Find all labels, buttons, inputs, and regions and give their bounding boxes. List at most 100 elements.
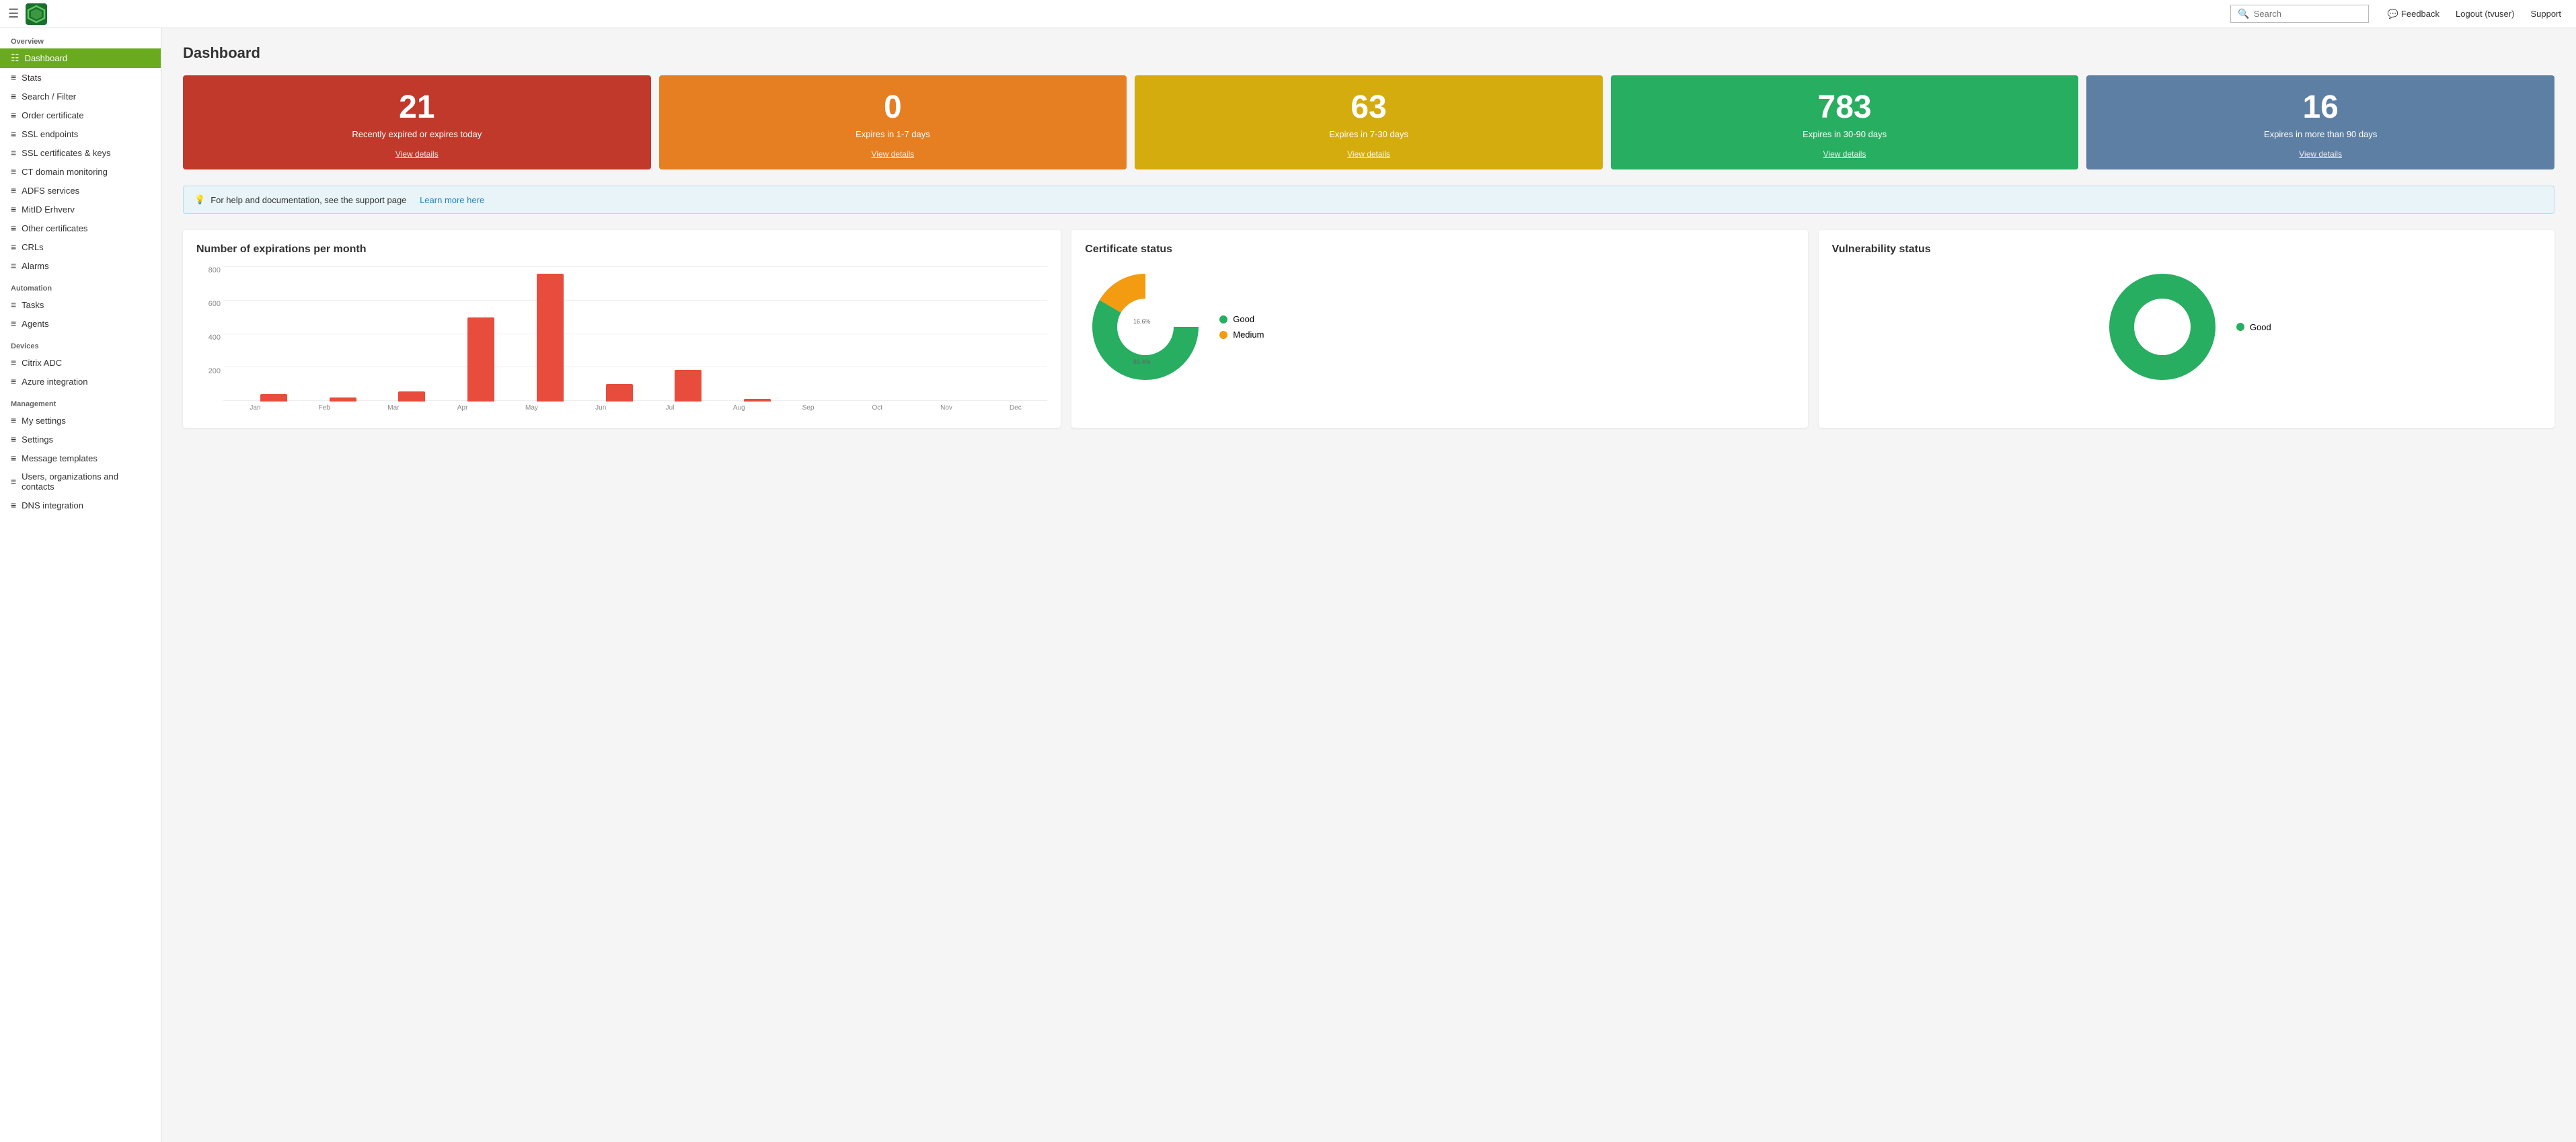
bar-month-label: Apr [457, 404, 468, 412]
feedback-icon: 💬 [2388, 9, 2398, 20]
search-icon: 🔍 [2238, 8, 2249, 20]
vuln-status-title: Vulnerability status [1832, 243, 2541, 256]
sidebar-item-order-certificate[interactable]: ≡ Order certificate [0, 106, 161, 124]
dns-icon: ≡ [11, 500, 16, 510]
sidebar-item-ssl-certs[interactable]: ≡ SSL certificates & keys [0, 143, 161, 162]
learn-more-link[interactable]: Learn more here [420, 195, 484, 205]
dashboard-icon: ☷ [11, 52, 20, 64]
sidebar-devices-label: Devices [0, 333, 161, 353]
sidebar-item-adfs[interactable]: ≡ ADFS services [0, 181, 161, 200]
bars-container: JanFebMarAprMayJunJulAugSepOctNovDec [223, 277, 1047, 412]
svg-text:83.4%: 83.4% [1133, 358, 1151, 365]
bar-group: Dec [983, 402, 1047, 412]
sidebar-item-message-templates[interactable]: ≡ Message templates [0, 449, 161, 467]
azure-icon: ≡ [11, 376, 16, 387]
topbar: ☰ 🔍 💬 Feedback Logout (tvuser) Support [0, 0, 2576, 28]
bar-month-label: Jan [250, 404, 260, 412]
bar-group: Mar [362, 391, 426, 412]
page-title: Dashboard [183, 44, 2554, 62]
bar-group: Apr [430, 317, 494, 412]
sidebar-item-mitid[interactable]: ≡ MitID Erhverv [0, 200, 161, 219]
bar-month-label: Nov [940, 404, 952, 412]
stat-link-1-7[interactable]: View details [871, 149, 914, 159]
bar [537, 274, 564, 402]
stat-link-90plus[interactable]: View details [2299, 149, 2342, 159]
sidebar-item-dashboard[interactable]: ☷ Dashboard [0, 48, 161, 68]
feedback-button[interactable]: 💬 Feedback [2381, 6, 2446, 22]
sidebar-item-citrix-adc[interactable]: ≡ Citrix ADC [0, 353, 161, 372]
legend-good: Good [1219, 314, 1264, 324]
bar [260, 394, 287, 402]
logout-button[interactable]: Logout (tvuser) [2449, 6, 2521, 22]
bar [330, 397, 356, 402]
users-icon: ≡ [11, 476, 16, 487]
stat-label-30-90: Expires in 30-90 days [1803, 129, 1887, 139]
cert-status-donut-svg: 16.6% 83.4% [1085, 266, 1206, 387]
vuln-status-chart-card: Vulnerability status Good [1819, 230, 2554, 428]
legend-medium-label: Medium [1233, 330, 1264, 340]
adfs-icon: ≡ [11, 185, 16, 196]
svg-text:16.6%: 16.6% [1133, 318, 1151, 325]
stat-card-30-90: 783 Expires in 30-90 days View details [1611, 75, 2079, 169]
alarm-icon: ≡ [11, 260, 16, 271]
sidebar-item-azure[interactable]: ≡ Azure integration [0, 372, 161, 391]
bar-chart-yaxis: 800 600 400 200 [196, 266, 221, 401]
vuln-legend-good-label: Good [2250, 322, 2271, 332]
sidebar-item-search-filter[interactable]: ≡ Search / Filter [0, 87, 161, 106]
globe-icon: ≡ [11, 166, 16, 177]
sidebar-item-ct-domain[interactable]: ≡ CT domain monitoring [0, 162, 161, 181]
stat-card-1-7: 0 Expires in 1-7 days View details [659, 75, 1127, 169]
bar [606, 384, 633, 402]
stat-label-1-7: Expires in 1-7 days [856, 129, 930, 139]
sidebar-item-other-certs[interactable]: ≡ Other certificates [0, 219, 161, 237]
bar [675, 370, 702, 402]
sidebar-management-label: Management [0, 391, 161, 411]
stat-number-expired: 21 [399, 91, 434, 124]
sidebar-item-users-orgs[interactable]: ≡ Users, organizations and contacts [0, 467, 161, 496]
stat-label-90plus: Expires in more than 90 days [2264, 129, 2377, 139]
bar-month-label: Sep [802, 404, 815, 412]
expirations-chart-card: Number of expirations per month 800 600 … [183, 230, 1061, 428]
cert-status-donut-container: 16.6% 83.4% Good Medium [1085, 266, 1794, 387]
info-box: 💡 For help and documentation, see the su… [183, 186, 2554, 214]
agents-icon: ≡ [11, 318, 16, 329]
search-box[interactable]: 🔍 [2230, 5, 2368, 23]
stat-link-30-90[interactable]: View details [1823, 149, 1866, 159]
bar [467, 317, 494, 402]
bar-group: Feb [293, 397, 356, 412]
sidebar-item-stats[interactable]: ≡ Stats [0, 68, 161, 87]
topbar-actions: 💬 Feedback Logout (tvuser) Support [2381, 6, 2568, 22]
app-logo [26, 3, 47, 25]
stat-link-expired[interactable]: View details [395, 149, 439, 159]
key-icon: ≡ [11, 147, 16, 158]
bar-month-label: Aug [733, 404, 745, 412]
sidebar-item-alarms[interactable]: ≡ Alarms [0, 256, 161, 275]
sidebar-item-tasks[interactable]: ≡ Tasks [0, 295, 161, 314]
hamburger-icon[interactable]: ☰ [8, 7, 19, 21]
cert-status-legend: Good Medium [1219, 314, 1264, 340]
sidebar: Overview ☷ Dashboard ≡ Stats ≡ Search / … [0, 28, 161, 1142]
search-area: 🔍 [2230, 5, 2368, 23]
gear-icon: ≡ [11, 434, 16, 445]
bar-group: Oct [845, 402, 909, 412]
stat-label-expired: Recently expired or expires today [352, 129, 482, 139]
support-button[interactable]: Support [2524, 6, 2568, 22]
stat-label-7-30: Expires in 7-30 days [1329, 129, 1408, 139]
sidebar-item-ssl-endpoints[interactable]: ≡ SSL endpoints [0, 124, 161, 143]
search-input[interactable] [2254, 9, 2361, 19]
bar-group: Jan [223, 394, 287, 412]
stat-link-7-30[interactable]: View details [1347, 149, 1390, 159]
sidebar-item-agents[interactable]: ≡ Agents [0, 314, 161, 333]
cert-status-title: Certificate status [1085, 243, 1794, 256]
template-icon: ≡ [11, 453, 16, 463]
stat-card-7-30: 63 Expires in 7-30 days View details [1135, 75, 1603, 169]
legend-good-label: Good [1233, 314, 1254, 324]
sidebar-item-my-settings[interactable]: ≡ My settings [0, 411, 161, 430]
sidebar-item-dns-integration[interactable]: ≡ DNS integration [0, 496, 161, 515]
vuln-status-donut-svg [2102, 266, 2223, 387]
stat-card-90plus: 16 Expires in more than 90 days View det… [2086, 75, 2554, 169]
citrix-icon: ≡ [11, 357, 16, 368]
stat-card-expired: 21 Recently expired or expires today Vie… [183, 75, 651, 169]
sidebar-item-settings[interactable]: ≡ Settings [0, 430, 161, 449]
sidebar-item-crls[interactable]: ≡ CRLs [0, 237, 161, 256]
